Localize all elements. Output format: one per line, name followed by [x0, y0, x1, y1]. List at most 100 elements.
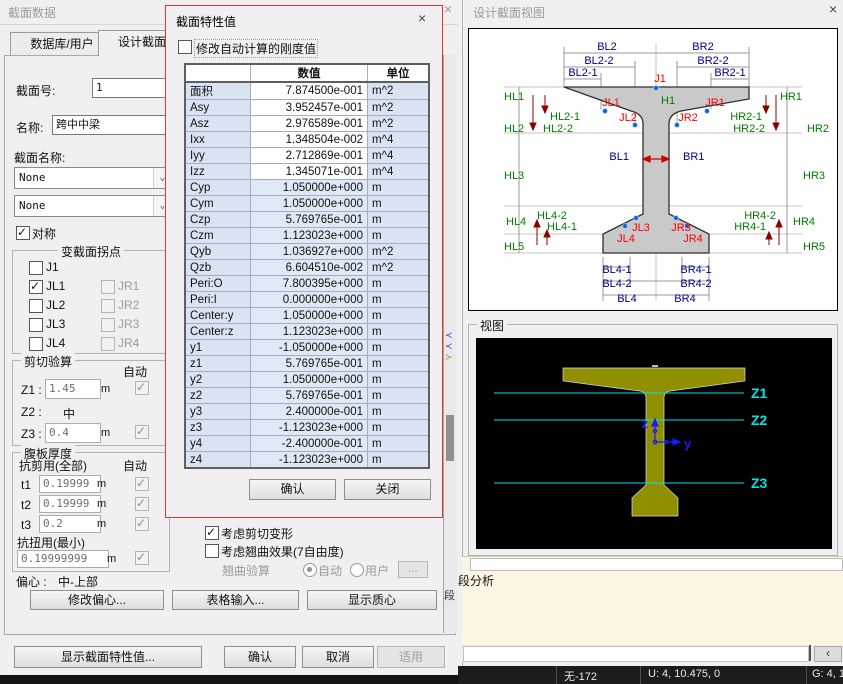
modify-offset-button[interactable]: 修改偏心...	[30, 590, 164, 610]
window-title: 截面数据	[8, 4, 56, 21]
show-properties-button[interactable]: 显示截面特性值...	[14, 646, 202, 668]
property-value[interactable]: 7.800395e+000	[251, 276, 368, 292]
close-icon[interactable]: ×	[444, 2, 452, 16]
status-coords-g: G: 4, 1	[812, 668, 843, 680]
property-value[interactable]: 3.952457e-001	[251, 100, 368, 116]
checkbox-jl3[interactable]	[29, 318, 43, 332]
property-value[interactable]: 0.000000e+000	[251, 292, 368, 308]
splitter-handle[interactable]	[809, 645, 811, 661]
property-value[interactable]: 6.604510e-002	[251, 260, 368, 276]
properties-table: 数值 单位 面积 7.874500e-001 m^2 Asy 3.952457e…	[184, 63, 430, 469]
dim-label: BR1	[683, 151, 704, 163]
table-input-button[interactable]: 表格输入...	[172, 590, 299, 610]
unit-label: m	[97, 518, 106, 530]
tree-glyph: ≺	[445, 331, 453, 340]
warping-check-label: 翘曲验算	[222, 562, 270, 579]
background-scrollbar[interactable]: ≺ ≺ ≻ 段分析	[443, 55, 457, 633]
dialog-ok-button[interactable]: 确认	[249, 479, 336, 500]
t2-label: t2	[21, 498, 31, 512]
property-value[interactable]: 1.345071e-001	[251, 164, 368, 180]
property-unit: m^2	[368, 100, 430, 116]
property-value[interactable]: 1.123023e+000	[251, 324, 368, 340]
scroll-left-button[interactable]: ‹	[814, 646, 842, 662]
table-row: Ixx 1.348504e-002 m^4	[185, 132, 429, 148]
section-shape	[564, 87, 749, 253]
warping-checkbox[interactable]	[205, 544, 219, 558]
table-row: Center:y 1.050000e+000 m	[185, 308, 429, 324]
property-name: Asz	[185, 116, 251, 132]
checkbox-jl1[interactable]	[29, 280, 43, 294]
property-value[interactable]: 1.050000e+000	[251, 308, 368, 324]
checkbox-j1[interactable]	[29, 261, 43, 275]
section-no-input[interactable]: 1	[92, 78, 170, 98]
dialog-close-button[interactable]: 关闭	[344, 479, 431, 500]
name-input[interactable]: 跨中中梁	[52, 115, 166, 135]
property-value[interactable]: -1.050000e+000	[251, 340, 368, 356]
combo-value: None	[19, 199, 46, 212]
node-label: JL1	[602, 97, 620, 109]
checkbox-jr4	[101, 337, 115, 351]
table-row: Peri:I 0.000000e+000 m	[185, 292, 429, 308]
property-name: y3	[185, 404, 251, 420]
t3-label: t3	[21, 518, 31, 532]
property-value[interactable]: 1.050000e+000	[251, 372, 368, 388]
shear-deform-checkbox[interactable]	[205, 526, 219, 540]
property-value[interactable]: 1.050000e+000	[251, 180, 368, 196]
property-name: z3	[185, 420, 251, 436]
ok-button[interactable]: 确认	[224, 646, 296, 668]
scrollbar-track[interactable]	[463, 646, 809, 662]
dim-label: HL2	[504, 123, 524, 135]
torsion-auto-checkbox	[135, 551, 149, 565]
property-unit: m	[368, 180, 430, 196]
t2-input: 0.19999	[39, 495, 101, 513]
property-value[interactable]: 1.036927e+000	[251, 244, 368, 260]
property-value[interactable]: 1.348504e-002	[251, 132, 368, 148]
property-value[interactable]: 1.123023e+000	[251, 228, 368, 244]
combo-value: None	[19, 171, 46, 184]
checkbox-jl4[interactable]	[29, 337, 43, 351]
property-unit: m	[368, 372, 430, 388]
property-value[interactable]: -1.123023e+000	[251, 452, 368, 469]
dim-label: HR4-1	[734, 221, 766, 233]
checkbox-label: JL2	[46, 298, 65, 312]
property-value[interactable]: 5.769765e-001	[251, 356, 368, 372]
divider	[556, 666, 557, 684]
property-value[interactable]: 5.769765e-001	[251, 212, 368, 228]
property-value[interactable]: -1.123023e+000	[251, 420, 368, 436]
section-name-combo-2[interactable]: None ⌄	[14, 195, 172, 217]
cancel-button[interactable]: 取消	[302, 646, 374, 668]
symmetry-checkbox[interactable]	[16, 226, 30, 240]
dim-label: HR2	[807, 123, 829, 135]
node-label: JL4	[617, 233, 635, 245]
horizontal-scrollbar[interactable]: ‹	[462, 645, 843, 662]
modify-stiffness-checkbox[interactable]	[178, 40, 192, 54]
property-name: Qyb	[185, 244, 251, 260]
checkbox-label: J1	[46, 260, 59, 274]
table-row: z4 -1.123023e+000 m	[185, 452, 429, 469]
property-name: 面积	[185, 82, 251, 100]
show-centroid-button[interactable]: 显示质心	[307, 590, 437, 610]
checkbox-jl2[interactable]	[29, 299, 43, 313]
section-view-canvas: Z1 Z2 Z3 z y	[476, 338, 832, 549]
section-name-combo-1[interactable]: None ⌄	[14, 167, 172, 189]
table-row: Peri:O 7.800395e+000 m	[185, 276, 429, 292]
property-value[interactable]: 2.712869e-001	[251, 148, 368, 164]
table-row: Czm 1.123023e+000 m	[185, 228, 429, 244]
close-icon[interactable]: ×	[418, 11, 426, 25]
z2-label: Z2 :	[21, 405, 42, 419]
property-value[interactable]: 2.976589e-001	[251, 116, 368, 132]
checkbox-label: JR2	[118, 298, 139, 312]
warping-auto-label: 自动	[318, 562, 342, 579]
property-value[interactable]: 5.769765e-001	[251, 388, 368, 404]
symmetry-label: 对称	[32, 225, 56, 242]
shear-use-label: 抗剪用(全部)	[19, 457, 87, 474]
property-value[interactable]: 1.050000e+000	[251, 196, 368, 212]
property-value[interactable]: -2.400000e-001	[251, 436, 368, 452]
scrollbar-thumb[interactable]	[446, 415, 454, 461]
property-unit: m	[368, 276, 430, 292]
property-value[interactable]: 2.400000e-001	[251, 404, 368, 420]
table-row: Asy 3.952457e-001 m^2	[185, 100, 429, 116]
close-icon[interactable]: ×	[829, 2, 837, 16]
offset-value: 中-上部	[58, 573, 98, 590]
property-value[interactable]: 7.874500e-001	[251, 82, 368, 100]
